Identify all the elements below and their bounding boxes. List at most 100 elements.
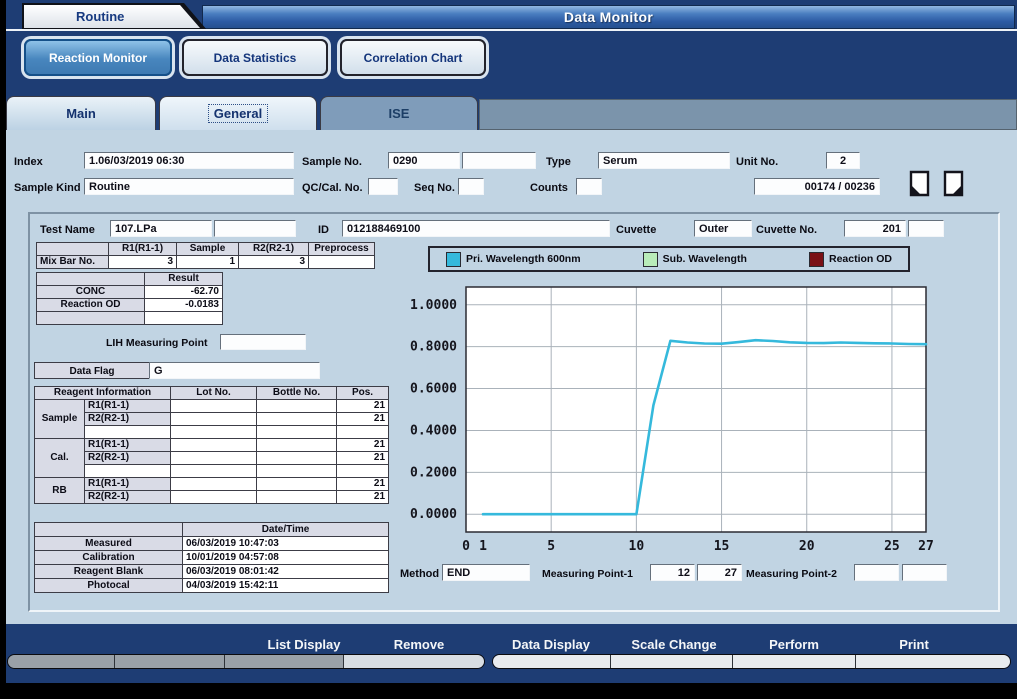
table-row: R2(R2-1) 21	[35, 451, 390, 465]
qc-cal-no-field	[368, 178, 398, 195]
tab-main[interactable]: Main	[6, 96, 156, 130]
bottom-bar-segment[interactable]	[343, 655, 484, 668]
correlation-chart-button[interactable]: Correlation Chart	[340, 39, 486, 76]
correlation-chart-label: Correlation Chart	[363, 50, 463, 65]
table-row: Mix Bar No. 3 1 3	[36, 255, 375, 269]
table-row: Calibration 10/01/2019 04:57:08	[34, 550, 389, 565]
table-row: Reaction OD -0.0183	[36, 298, 223, 312]
index-label: Index	[14, 156, 43, 168]
method-label: Method	[400, 568, 440, 580]
cuvette-no-label: Cuvette No.	[756, 224, 818, 236]
measuring-point-1-field-2: 27	[697, 564, 742, 581]
table-row: Reagent Information Lot No. Bottle No. P…	[33, 386, 390, 400]
svg-text:1.0000: 1.0000	[410, 298, 457, 313]
seq-no-label: Seq No.	[414, 182, 455, 194]
svg-text:20: 20	[799, 539, 815, 554]
bottom-bar-segment[interactable]	[731, 655, 855, 668]
sample-kind-field: Routine	[84, 178, 294, 195]
remove-button[interactable]: Remove	[388, 636, 451, 653]
sample-no-field-2	[462, 152, 536, 169]
table-row	[35, 425, 390, 439]
data-statistics-button[interactable]: Data Statistics	[182, 39, 328, 76]
id-label: ID	[318, 224, 329, 236]
table-row	[36, 311, 223, 325]
svg-text:1: 1	[479, 539, 487, 554]
reagent-info-table: Reagent Information Lot No. Bottle No. P…	[33, 386, 390, 504]
data-statistics-label: Data Statistics	[213, 50, 297, 65]
table-row: CONC -62.70	[36, 285, 223, 299]
bottom-bar-segment[interactable]	[609, 655, 732, 668]
pri-wavelength-swatch-icon	[446, 251, 461, 267]
qc-cal-no-label: QC/Cal. No.	[302, 182, 363, 194]
legend-label: Sub. Wavelength	[662, 253, 747, 265]
test-name-field: 107.LPa	[110, 220, 212, 237]
table-row: RB R1(R1-1) 21	[34, 477, 390, 504]
bottom-bar-segment[interactable]	[113, 655, 224, 668]
legend-item: Reaction OD	[808, 251, 892, 267]
bottom-bar-segment[interactable]	[493, 655, 610, 668]
bottom-bar-segment[interactable]	[223, 655, 344, 668]
page-back-button[interactable]	[902, 168, 933, 199]
page-title: Data Monitor	[563, 9, 654, 25]
tab-general[interactable]: General	[159, 96, 317, 130]
app-window: Data Monitor Routine Reaction Monitor Da…	[6, 0, 1017, 683]
bottom-bar-segment[interactable]	[8, 655, 114, 668]
tab-ise[interactable]: ISE	[320, 96, 478, 130]
index-field: 1.06/03/2019 06:30	[84, 152, 294, 169]
bottom-bar-segment[interactable]	[854, 655, 1010, 668]
measuring-point-1-label: Measuring Point-1	[542, 568, 634, 580]
legend-label: Pri. Wavelength 600nm	[466, 253, 581, 265]
svg-text:0.6000: 0.6000	[410, 382, 457, 397]
reaction-chart: 1.00000.80000.60000.40000.20000.00000 1 5 1…	[410, 286, 934, 554]
cuvette-no-field: 201	[844, 220, 906, 237]
svg-text:27: 27	[918, 539, 934, 554]
svg-text:0.8000: 0.8000	[410, 340, 457, 355]
data-flag-label: Data Flag	[34, 362, 150, 379]
scale-change-button[interactable]: Scale Change	[625, 636, 722, 653]
type-label: Type	[546, 156, 571, 168]
counts-field	[576, 178, 602, 195]
table-row: Measured 06/03/2019 10:47:03	[34, 536, 389, 551]
method-field: END	[442, 564, 530, 581]
routine-tab-label: Routine	[76, 9, 125, 24]
legend-item: Pri. Wavelength 600nm	[446, 251, 581, 267]
reaction-monitor-button[interactable]: Reaction Monitor	[24, 39, 172, 76]
svg-text:0: 0	[462, 539, 470, 554]
print-button[interactable]: Print	[893, 636, 935, 653]
table-row: Cal. R1(R1-1) 21	[34, 438, 390, 478]
data-display-button[interactable]: Data Display	[506, 636, 596, 653]
general-tab-content: Index 1.06/03/2019 06:30 Sample No. 0290…	[6, 130, 1017, 624]
chart-legend: Pri. Wavelength 600nm Sub. Wavelength Re…	[428, 246, 910, 272]
svg-text:0.2000: 0.2000	[410, 465, 457, 480]
page-back-icon	[909, 170, 930, 197]
page-forward-icon	[943, 170, 964, 197]
table-row: Sample R1(R1-1) 21	[34, 399, 390, 439]
counts-label: Counts	[530, 182, 568, 194]
legend-item: Sub. Wavelength	[642, 251, 747, 267]
record-counter-field: 00174 / 00236	[754, 178, 880, 195]
sub-wavelength-swatch-icon	[642, 251, 658, 267]
unit-no-field: 2	[826, 152, 860, 169]
perform-button[interactable]: Perform	[763, 636, 825, 653]
table-row: R2(R2-1) 21	[35, 490, 390, 504]
cuvette-field: Outer	[694, 220, 752, 237]
sample-no-label: Sample No.	[302, 156, 362, 168]
page-forward-button[interactable]	[940, 168, 971, 199]
tab-main-label: Main	[66, 106, 96, 121]
test-name-field-2	[214, 220, 296, 237]
datetime-table: Date/Time Measured 06/03/2019 10:47:03 C…	[34, 522, 389, 593]
list-display-button[interactable]: List Display	[262, 636, 347, 653]
sample-kind-label: Sample Kind	[14, 182, 81, 194]
cuvette-label: Cuvette	[616, 224, 657, 236]
bottom-bar-left-capsule	[7, 654, 485, 669]
title-bar: Data Monitor	[202, 5, 1015, 29]
tab-general-label: General	[207, 104, 269, 123]
svg-text:0.0000: 0.0000	[410, 507, 457, 522]
reaction-monitor-label: Reaction Monitor	[49, 50, 147, 65]
tab-ise-label: ISE	[388, 106, 410, 121]
cuvette-no-field-2	[908, 220, 944, 237]
table-row: R2(R2-1) 21	[35, 412, 390, 426]
routine-mode-tab[interactable]: Routine	[22, 3, 207, 30]
svg-text:15: 15	[714, 539, 730, 554]
mix-bar-table: R1(R1-1) Sample R2(R2-1) Preprocess Mix …	[36, 242, 375, 269]
